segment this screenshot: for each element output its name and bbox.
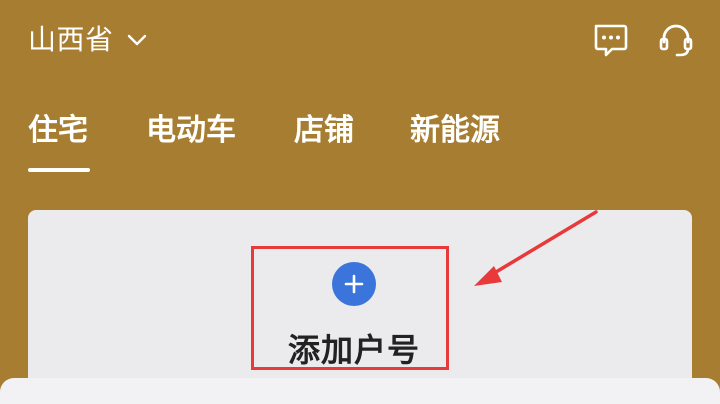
category-tabs: 住宅 电动车 店铺 新能源 (0, 106, 720, 176)
active-tab-indicator (28, 168, 90, 172)
tab-new-energy[interactable]: 新能源 (410, 114, 500, 147)
account-card: 添加户号 (28, 210, 692, 404)
add-account-label: 添加户号 (287, 331, 420, 369)
region-label: 山西省 (28, 23, 114, 56)
headset-icon[interactable] (654, 18, 698, 62)
region-selector[interactable]: 山西省 (28, 20, 150, 60)
add-account-button[interactable]: 添加户号 (254, 246, 454, 376)
tab-electric-vehicle[interactable]: 电动车 (146, 114, 236, 147)
bottom-sheet (0, 378, 720, 404)
tab-residential[interactable]: 住宅 (28, 114, 88, 147)
app-screen: 山西省 住宅 电动车 店铺 新能源 添加户号 (0, 0, 720, 404)
plus-circle-icon (332, 262, 376, 306)
top-header: 山西省 (0, 0, 720, 84)
message-icon[interactable] (588, 18, 632, 62)
chevron-down-icon (124, 27, 150, 53)
tab-shop[interactable]: 店铺 (294, 114, 354, 147)
